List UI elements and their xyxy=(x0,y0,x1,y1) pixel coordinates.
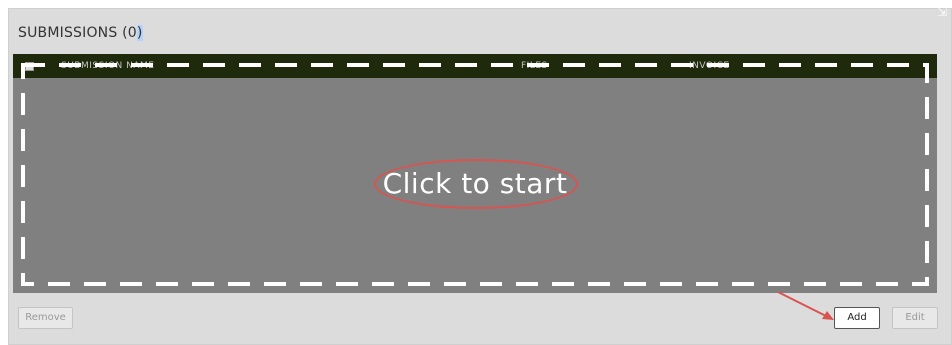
panel-title: SUBMISSIONS (0) xyxy=(18,25,143,41)
column-header-files[interactable]: FILES xyxy=(521,61,548,71)
remove-button[interactable]: Remove xyxy=(18,307,73,329)
column-header-submission-name[interactable]: SUBMISSION NAME xyxy=(61,61,155,71)
click-to-start-area[interactable]: Click to start xyxy=(13,78,937,293)
column-header-invoice[interactable]: INVOICE xyxy=(689,61,730,71)
expand-icon[interactable]: ⇲ xyxy=(935,5,949,19)
title-prefix: SUBMISSIONS ( xyxy=(18,25,128,41)
page: ⇲ SUBMISSIONS (0) SUBMISSION NAME FILES … xyxy=(0,0,952,345)
add-button[interactable]: Add xyxy=(834,307,880,329)
edit-button[interactable]: Edit xyxy=(892,307,938,329)
select-all-checkbox[interactable] xyxy=(25,62,34,71)
grid-header: SUBMISSION NAME FILES INVOICE xyxy=(13,54,937,78)
title-suffix: ) xyxy=(136,25,143,41)
submission-count: 0 xyxy=(127,25,137,41)
click-to-start-label: Click to start xyxy=(382,167,568,200)
